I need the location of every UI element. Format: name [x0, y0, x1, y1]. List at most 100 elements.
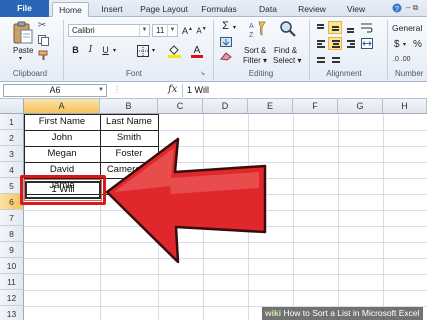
merge-center-icon[interactable] — [361, 38, 373, 49]
find-select-icon[interactable] — [279, 20, 297, 38]
decimal-buttons-icon[interactable]: .0 .00 — [393, 56, 411, 63]
font-name-select[interactable]: Calibri ▼ — [68, 24, 150, 37]
borders-icon[interactable] — [137, 45, 149, 57]
dialog-launcher-icon[interactable]: ↘ — [200, 70, 208, 78]
column-header-c[interactable]: C — [158, 99, 203, 114]
paste-icon[interactable] — [12, 21, 34, 45]
clear-icon[interactable] — [220, 51, 232, 61]
chevron-down-icon: ▼ — [139, 25, 149, 36]
tab-data[interactable]: Data — [254, 2, 282, 17]
column-header-d[interactable]: D — [203, 99, 248, 114]
tab-review[interactable]: Review — [293, 2, 331, 17]
cell-a3[interactable]: Megan — [24, 146, 100, 162]
font-size-select[interactable]: 11 ▼ — [152, 24, 178, 37]
sort-filter-label-2[interactable]: Filter ▾ — [243, 56, 267, 65]
currency-button[interactable]: $ — [394, 39, 400, 50]
find-select-label[interactable]: Find & — [274, 46, 297, 55]
fill-icon[interactable] — [220, 37, 232, 47]
watermark-text: How to Sort a List in Microsoft Excel — [283, 308, 420, 318]
number-format-select[interactable]: General — [392, 23, 422, 33]
decrease-indent-button[interactable] — [313, 53, 327, 66]
middle-align-button[interactable] — [328, 21, 342, 34]
align-left-button[interactable] — [313, 37, 327, 50]
cut-icon[interactable]: ✂ — [38, 21, 49, 31]
help-icon[interactable]: ? — [392, 3, 402, 13]
chevron-down-icon[interactable]: ▾ — [233, 24, 236, 31]
column-header-g[interactable]: G — [338, 99, 383, 114]
gridline — [24, 290, 427, 291]
chevron-down-icon[interactable]: ▾ — [113, 47, 116, 54]
group-separator — [387, 20, 388, 80]
row-header-3[interactable]: 3 — [0, 146, 24, 162]
row-header-9[interactable]: 9 — [0, 242, 24, 258]
chevron-down-icon[interactable]: ▾ — [403, 41, 406, 48]
font-name-value: Calibri — [72, 26, 95, 35]
tab-view[interactable]: View — [342, 2, 370, 17]
fill-color-icon[interactable] — [168, 44, 181, 58]
font-group-label: Font — [125, 69, 142, 78]
percent-button[interactable]: % — [413, 39, 422, 50]
paste-dropdown-icon[interactable]: ▾ — [19, 55, 22, 62]
grow-font-icon[interactable]: A▲ — [181, 23, 194, 36]
row-header-12[interactable]: 12 — [0, 290, 24, 306]
row-header-8[interactable]: 8 — [0, 226, 24, 242]
align-center-button[interactable] — [328, 37, 342, 50]
group-separator — [63, 20, 64, 80]
row-header-10[interactable]: 10 — [0, 258, 24, 274]
sort-filter-icon[interactable]: AZ — [248, 20, 266, 39]
cell-a1[interactable]: First Name — [24, 114, 100, 130]
formula-bar-grip-icon: ⋮ — [113, 85, 121, 94]
number-group-label: Number — [395, 69, 424, 78]
row-header-11[interactable]: 11 — [0, 274, 24, 290]
formula-bar: A6 ▼ ⋮ fx 1 Will — [0, 82, 427, 99]
window-controls-icon[interactable]: – ⧉ — [406, 3, 424, 13]
autosum-icon[interactable]: Σ — [219, 20, 232, 33]
column-header-e[interactable]: E — [248, 99, 293, 114]
clipboard-group-label: Clipboard — [12, 69, 48, 78]
row-header-13[interactable]: 13 — [0, 306, 24, 320]
format-painter-icon[interactable] — [38, 50, 49, 61]
tab-insert[interactable]: Insert — [94, 2, 130, 17]
name-box[interactable]: A6 ▼ — [3, 84, 107, 97]
font-color-icon[interactable]: A — [191, 43, 203, 58]
tab-page-layout[interactable]: Page Layout — [136, 2, 192, 17]
column-header-a[interactable]: A — [24, 99, 100, 114]
row-header-1[interactable]: 1 — [0, 114, 24, 130]
editing-group-label: Editing — [248, 69, 274, 78]
find-select-label-2[interactable]: Select ▾ — [273, 56, 301, 65]
row-header-2[interactable]: 2 — [0, 130, 24, 146]
bottom-align-button[interactable] — [343, 21, 357, 34]
svg-text:A: A — [194, 45, 201, 56]
chevron-down-icon[interactable]: ▾ — [152, 47, 155, 54]
formula-input[interactable]: 1 Will — [187, 85, 209, 95]
top-align-button[interactable] — [313, 21, 327, 34]
increase-indent-button[interactable] — [328, 53, 342, 66]
tab-home[interactable]: Home — [52, 2, 89, 17]
callout-arrow-icon — [105, 137, 267, 264]
underline-button[interactable]: U — [99, 44, 112, 57]
column-header-f[interactable]: F — [293, 99, 338, 114]
column-header-b[interactable]: B — [100, 99, 158, 114]
select-all-button[interactable] — [0, 99, 24, 114]
cell-a6[interactable]: 1 Will — [25, 182, 101, 198]
italic-button[interactable]: I — [84, 44, 97, 57]
sort-filter-label[interactable]: Sort & — [244, 46, 266, 55]
group-separator — [309, 20, 310, 80]
shrink-font-icon[interactable]: A▼ — [195, 23, 208, 36]
tab-file[interactable]: File — [0, 0, 49, 17]
column-header-h[interactable]: H — [383, 99, 427, 114]
copy-icon[interactable] — [38, 35, 49, 46]
paste-label[interactable]: Paste — [13, 46, 33, 55]
alignment-group-label: Alignment — [326, 69, 362, 78]
font-size-value: 11 — [156, 26, 165, 35]
insert-function-button[interactable]: fx — [168, 84, 177, 95]
svg-text:A: A — [249, 23, 254, 30]
align-right-button[interactable] — [343, 37, 357, 50]
wrap-text-icon[interactable] — [361, 22, 373, 33]
group-separator — [213, 20, 214, 80]
cell-a2[interactable]: John — [24, 130, 100, 146]
tab-formulas[interactable]: Formulas — [198, 2, 240, 17]
bold-button[interactable]: B — [69, 44, 82, 57]
ribbon-tab-bar: File Home Insert Page Layout Formulas Da… — [0, 0, 427, 17]
row-header-7[interactable]: 7 — [0, 210, 24, 226]
